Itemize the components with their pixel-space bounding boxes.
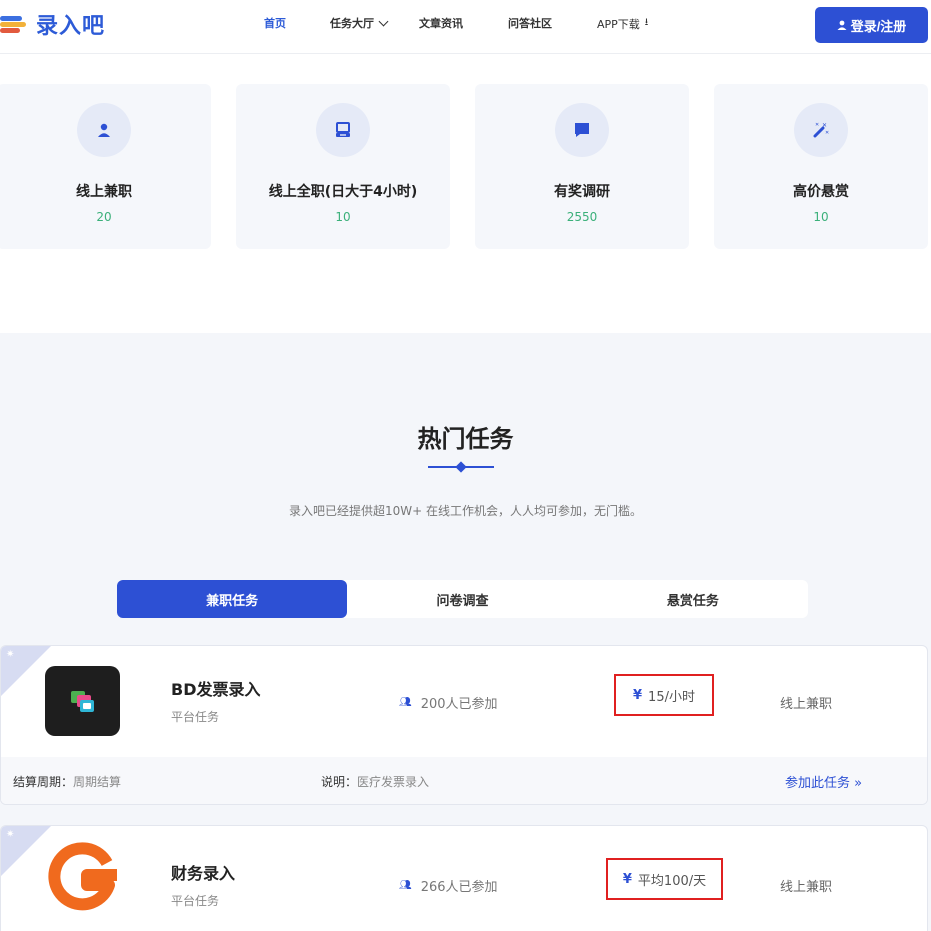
category-card-full-time[interactable]: 线上全职(日大于4小时) 10 <box>236 84 450 249</box>
settle-period: 结算周期：周期结算 <box>13 775 122 789</box>
join-task-link[interactable]: 参加此任务 » <box>785 772 862 791</box>
tab-survey[interactable]: 问卷调查 <box>347 580 577 618</box>
task-logo <box>45 842 120 912</box>
section-subtitle: 录入吧已经提供超10W+ 在线工作机会，人人均可参加，无门槛。 <box>288 504 642 518</box>
category-title: 高价悬赏 <box>793 184 849 200</box>
category-count: 20 <box>96 210 112 224</box>
yen-icon: ¥ <box>633 687 643 703</box>
task-participants: 👥︎ 200人已参加 <box>399 697 498 712</box>
nav-app-download[interactable]: APP下载 ⭳ <box>597 15 648 32</box>
hot-tasks-section: 热门任务 录入吧已经提供超10W+ 在线工作机会，人人均可参加，无门槛。 兼职任… <box>0 333 931 931</box>
category-card-bounty[interactable]: ✕ ✕ ✕ 高价悬赏 10 <box>714 84 928 249</box>
svg-text:✕: ✕ <box>825 130 829 136</box>
invoice-app-icon <box>70 691 94 712</box>
task-type: 平台任务 <box>171 894 220 908</box>
task-participants: 👥︎ 266人已参加 <box>399 880 498 895</box>
task-name[interactable]: 财务录入 <box>171 860 235 884</box>
task-footer: 结算周期：周期结算 说明：医疗发票录入 参加此任务 » <box>1 757 927 804</box>
site-logo[interactable]: 录入吧 <box>0 8 105 40</box>
star-icon: ✷ <box>6 649 15 660</box>
tab-part-time[interactable]: 兼职任务 <box>117 580 348 618</box>
category-title: 线上兼职 <box>76 184 132 200</box>
tab-bounty[interactable]: 悬赏任务 <box>578 580 808 618</box>
task-category: 线上兼职 <box>780 697 833 712</box>
task-price-highlight: ¥ 平均100/天 <box>606 858 723 900</box>
divider-diamond-icon <box>455 461 467 473</box>
logo-mark-icon <box>0 13 30 35</box>
task-type: 平台任务 <box>171 710 220 724</box>
task-category: 线上兼职 <box>780 880 833 895</box>
category-title: 有奖调研 <box>554 184 610 200</box>
nav-qa[interactable]: 问答社区 <box>508 15 552 31</box>
user-icon <box>98 123 110 137</box>
logo-text: 录入吧 <box>36 14 106 39</box>
task-logo <box>45 666 120 736</box>
category-count: 10 <box>813 210 829 224</box>
category-count: 10 <box>335 210 351 224</box>
task-tabs: 兼职任务 问卷调查 悬赏任务 <box>117 580 808 618</box>
finance-app-icon <box>47 842 117 911</box>
star-icon: ✷ <box>6 829 15 840</box>
yen-icon: ¥ <box>622 871 632 887</box>
category-card-survey[interactable]: 有奖调研 2550 <box>475 84 689 249</box>
chat-icon <box>575 123 589 137</box>
login-register-button[interactable]: 登录/注册 <box>815 7 928 43</box>
users-icon: 👥︎ <box>399 697 412 708</box>
magic-wand-icon: ✕ ✕ ✕ <box>813 122 829 138</box>
download-icon: ⭳ <box>644 17 649 28</box>
task-card[interactable]: ✷ 财务录入 平台任务 👥︎ 266人已参加 ¥ 平均100/天 线上兼职 <box>0 825 928 931</box>
top-header: 录入吧 首页 任务大厅 文章资讯 问答社区 APP下载 ⭳ 登录/注册 <box>0 0 931 54</box>
section-title: 热门任务 <box>417 425 514 453</box>
chevron-down-icon <box>378 16 389 26</box>
user-icon <box>837 20 847 30</box>
svg-text:✕: ✕ <box>815 122 819 128</box>
category-card-part-time[interactable]: 线上兼职 20 <box>0 84 211 249</box>
nav-home[interactable]: 首页 <box>264 15 286 31</box>
task-name[interactable]: BD发票录入 <box>171 676 260 700</box>
nav-task-hall[interactable]: 任务大厅 <box>330 15 389 31</box>
laptop-icon <box>336 122 350 137</box>
svg-text:✕: ✕ <box>822 122 827 129</box>
users-icon: 👥︎ <box>399 880 412 891</box>
task-description: 说明：医疗发票录入 <box>321 775 430 789</box>
task-card[interactable]: ✷ BD发票录入 平台任务 👥︎ 200人已参加 ¥ 15/小时 线上兼职 结算… <box>0 645 928 805</box>
nav-articles[interactable]: 文章资讯 <box>419 15 463 31</box>
category-count: 2550 <box>566 210 598 224</box>
category-title: 线上全职(日大于4小时) <box>268 184 418 200</box>
task-price-highlight: ¥ 15/小时 <box>614 674 714 716</box>
